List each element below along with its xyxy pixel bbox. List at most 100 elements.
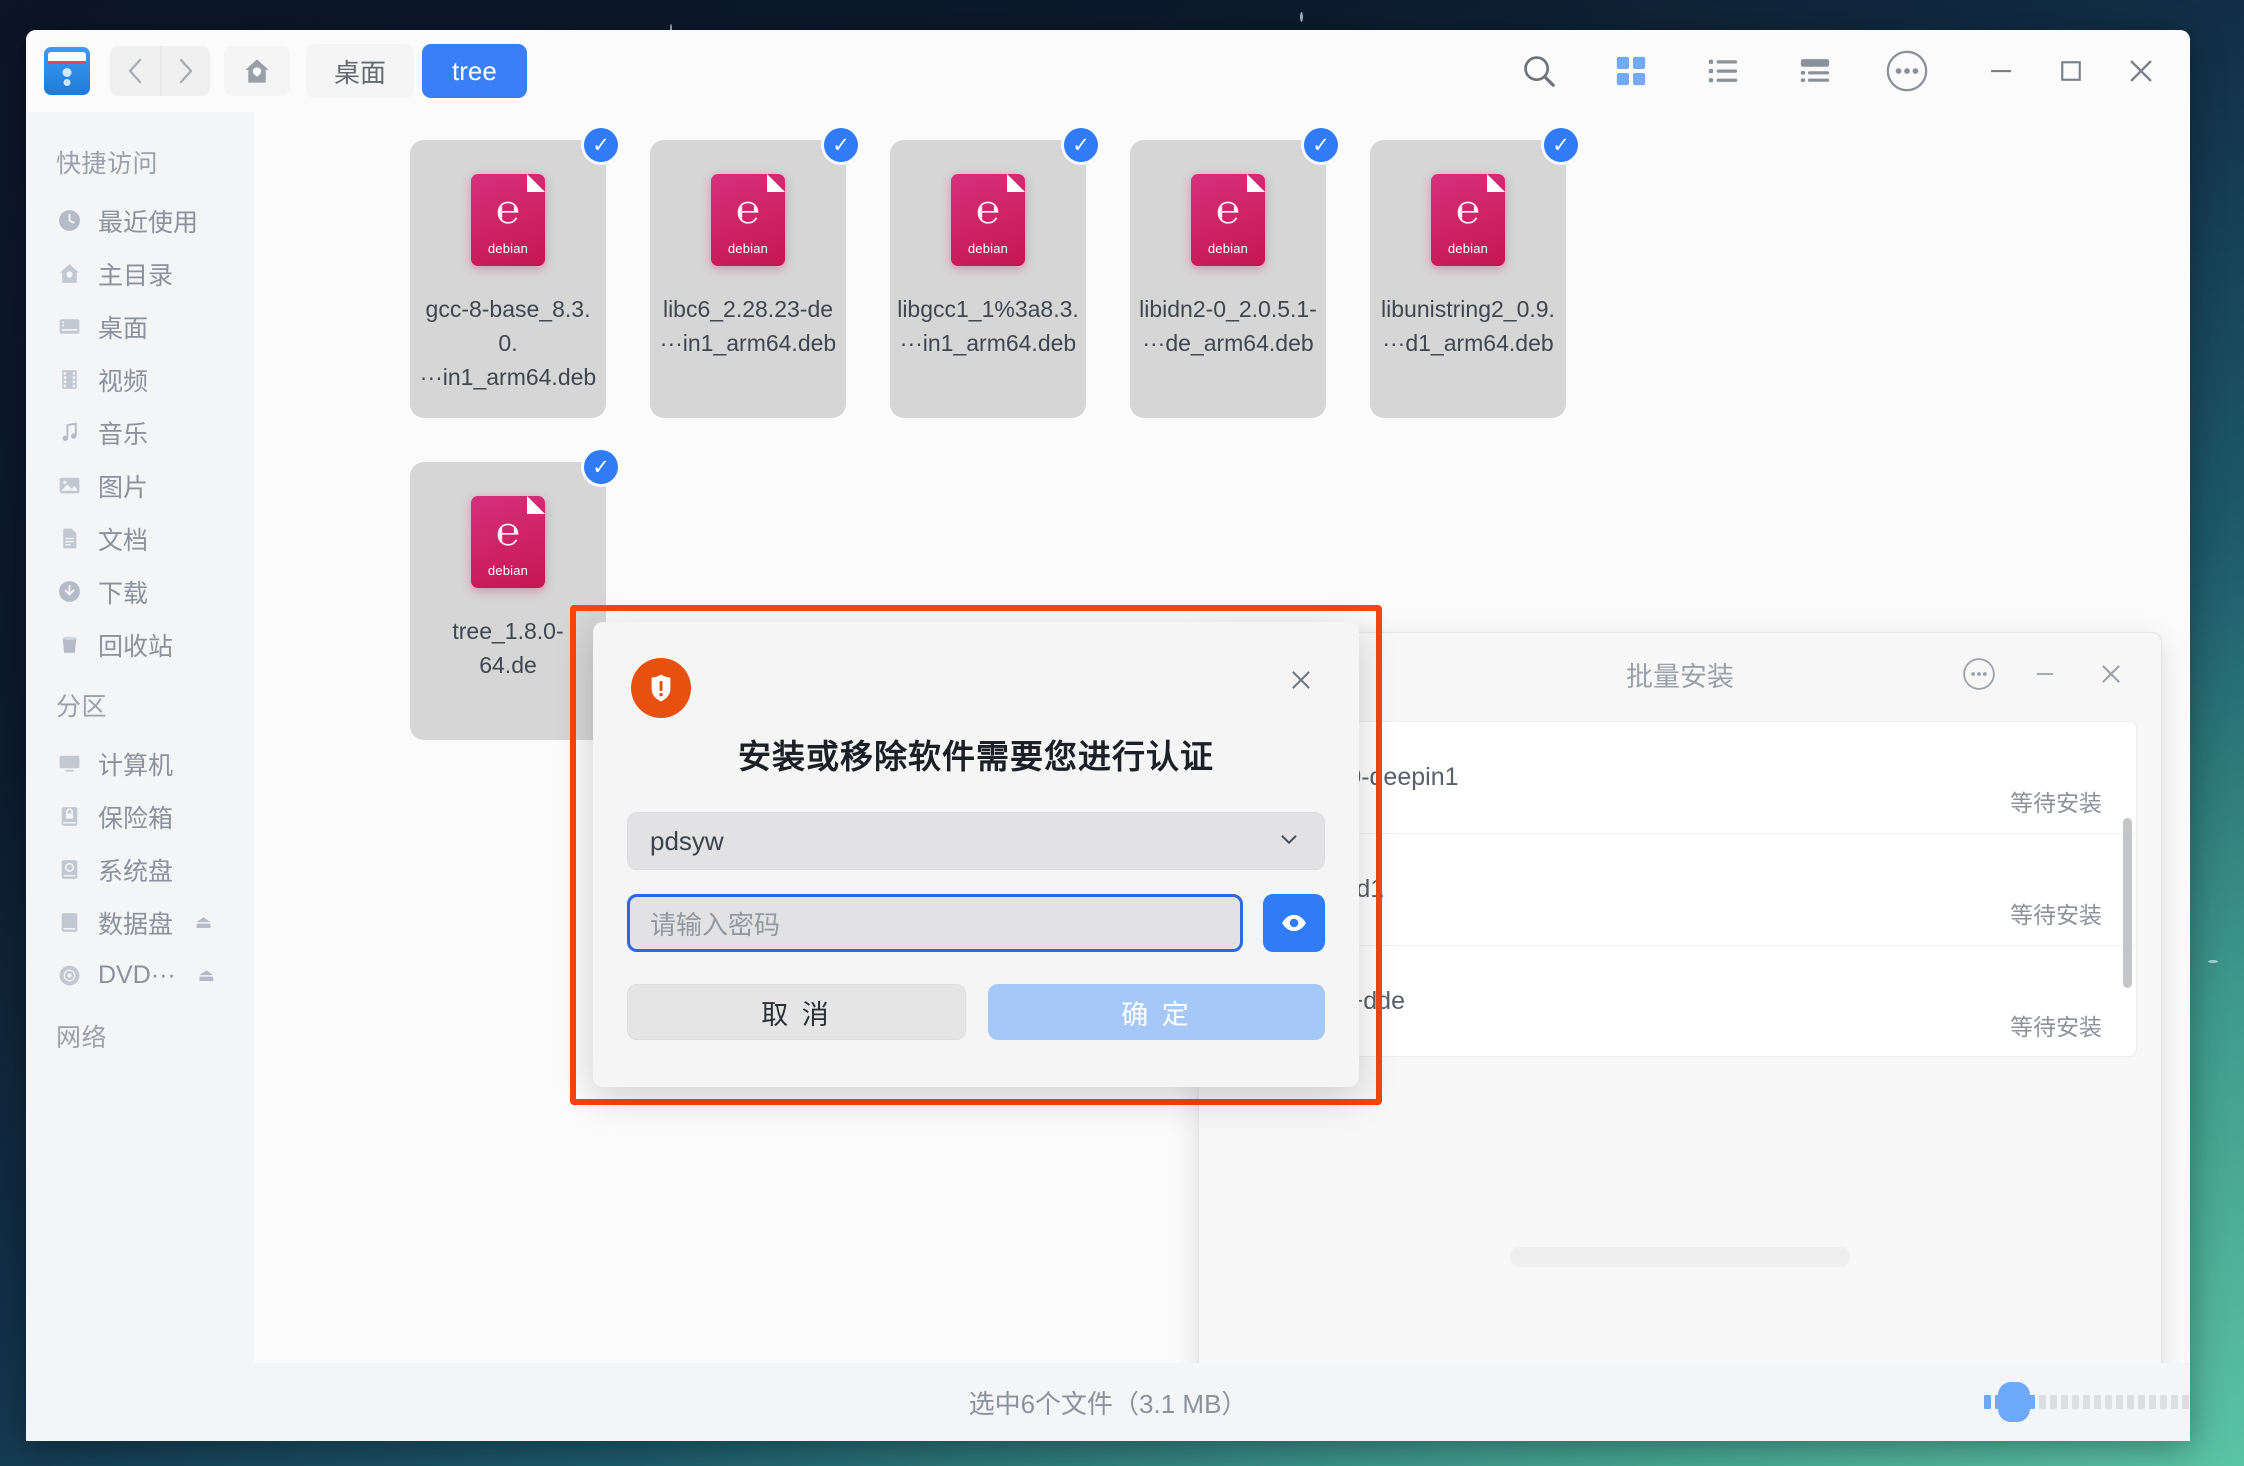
home-button[interactable] bbox=[224, 46, 290, 96]
file-name-line2: ···de_arm64.deb bbox=[1142, 330, 1314, 356]
eye-icon bbox=[1282, 914, 1306, 932]
sidebar-item-documents[interactable]: 文档 bbox=[26, 512, 254, 565]
list-view-button[interactable] bbox=[1690, 38, 1756, 104]
toggle-password-visibility-button[interactable] bbox=[1263, 894, 1325, 952]
package-row[interactable]: 2.0.5.1-1+dde 等待安装 bbox=[1224, 946, 2136, 1056]
deb-package-icon: ℮ debian bbox=[951, 174, 1025, 266]
file-item[interactable]: ✓ ℮ debian gcc-8-base_8.3.0. ···in1_arm64… bbox=[410, 128, 618, 418]
sidebar-item-music[interactable]: 音乐 bbox=[26, 406, 254, 459]
batch-install-menu-button[interactable] bbox=[1951, 646, 2007, 702]
file-name-line2: 64.de bbox=[479, 652, 537, 678]
package-list[interactable]: 1:8.3.0.10-deepin1 等待安装 0.9.10-1+d1 等待安装… bbox=[1223, 721, 2137, 1057]
slider-tick bbox=[2149, 1395, 2156, 1409]
selected-check-icon[interactable]: ✓ bbox=[1304, 128, 1338, 162]
maximize-button[interactable] bbox=[2036, 30, 2106, 112]
file-item[interactable]: ✓ ℮ debian libc6_2.28.23-de ···in1_arm64.… bbox=[650, 128, 858, 418]
more-menu-icon bbox=[1963, 658, 1995, 690]
desktop-icon bbox=[56, 314, 82, 340]
file-manager-icon bbox=[44, 47, 90, 95]
sidebar-item-label: 主目录 bbox=[98, 261, 174, 290]
computer-icon bbox=[56, 751, 82, 777]
sidebar-item-vault[interactable]: 保险箱 bbox=[26, 790, 254, 843]
selected-check-icon[interactable]: ✓ bbox=[584, 128, 618, 162]
sidebar-item-system-disk[interactable]: 系统盘 bbox=[26, 843, 254, 896]
eject-icon[interactable]: ⏏ bbox=[198, 965, 215, 986]
sidebar-item-desktop[interactable]: 桌面 bbox=[26, 300, 254, 353]
icon-view-button[interactable] bbox=[1598, 38, 1664, 104]
selected-check-icon[interactable]: ✓ bbox=[824, 128, 858, 162]
sidebar-item-downloads[interactable]: 下载 bbox=[26, 565, 254, 618]
install-progress-bar bbox=[1510, 1247, 1850, 1267]
more-menu-button[interactable] bbox=[1874, 38, 1940, 104]
search-button[interactable] bbox=[1506, 38, 1572, 104]
file-item[interactable]: ✓ ℮ debian libidn2-0_2.0.5.1- ···de_arm64… bbox=[1130, 128, 1338, 418]
selected-check-icon[interactable]: ✓ bbox=[584, 450, 618, 484]
sidebar-item-data-disk[interactable]: 数据盘 ⏏ bbox=[26, 896, 254, 949]
package-list-scrollbar[interactable] bbox=[2123, 818, 2132, 988]
picture-icon bbox=[56, 473, 82, 499]
breadcrumb-item-desktop[interactable]: 桌面 bbox=[306, 44, 415, 98]
sidebar-item-label: 最近使用 bbox=[98, 208, 199, 237]
eject-icon[interactable]: ⏏ bbox=[195, 912, 212, 933]
file-item[interactable]: ✓ ℮ debian tree_1.8.0- 64.de bbox=[410, 450, 618, 740]
sidebar-item-computer[interactable]: 计算机 bbox=[26, 737, 254, 790]
minimize-button[interactable] bbox=[1966, 30, 2036, 112]
sidebar-item-trash[interactable]: 回收站 bbox=[26, 618, 254, 671]
auth-dialog-title: 安装或移除软件需要您进行认证 bbox=[738, 738, 1214, 775]
selection-status-text: 选中6个文件（3.1 MB） bbox=[968, 1388, 1248, 1419]
confirm-button[interactable]: 确 定 bbox=[988, 984, 1325, 1040]
password-input[interactable]: 请输入密码 bbox=[627, 894, 1243, 952]
slider-tick bbox=[2039, 1395, 2046, 1409]
user-select-dropdown[interactable]: pdsyw bbox=[627, 812, 1325, 870]
selected-check-icon[interactable]: ✓ bbox=[1544, 128, 1578, 162]
debian-label: debian bbox=[967, 241, 1009, 256]
file-item[interactable]: ✓ ℮ debian libunistring2_0.9. ···d1_arm64… bbox=[1370, 128, 1578, 418]
sidebar-item-dvd[interactable]: DVD··· ⏏ bbox=[26, 949, 254, 1002]
data-disk-icon bbox=[56, 910, 82, 936]
close-icon bbox=[1292, 671, 1310, 689]
slider-tick bbox=[2116, 1395, 2123, 1409]
close-icon bbox=[2130, 60, 2152, 82]
auth-dialog-actions: 取 消 确 定 bbox=[627, 984, 1325, 1040]
slider-tick bbox=[2105, 1395, 2112, 1409]
cancel-button[interactable]: 取 消 bbox=[627, 984, 966, 1040]
debian-swirl-icon: ℮ bbox=[495, 187, 520, 233]
debian-label: debian bbox=[727, 241, 769, 256]
star bbox=[2208, 960, 2218, 963]
warning-icon bbox=[631, 658, 691, 718]
file-name-line2: ···in1_arm64.deb bbox=[659, 330, 837, 356]
icon-size-slider[interactable] bbox=[1984, 1382, 2189, 1422]
dvd-icon bbox=[56, 963, 82, 989]
sidebar-item-label: 桌面 bbox=[98, 314, 149, 343]
sidebar-item-label: 图片 bbox=[98, 473, 149, 502]
slider-tick bbox=[2127, 1395, 2134, 1409]
selected-check-icon[interactable]: ✓ bbox=[1064, 128, 1098, 162]
file-name: libc6_2.28.23-de ···in1_arm64.deb bbox=[657, 292, 839, 360]
slider-tick bbox=[2083, 1395, 2090, 1409]
auth-dialog-close-button[interactable] bbox=[1279, 658, 1323, 702]
batch-install-minimize-button[interactable] bbox=[2017, 646, 2073, 702]
breadcrumb: 桌面 tree bbox=[306, 44, 527, 98]
batch-install-close-button[interactable] bbox=[2083, 646, 2139, 702]
forward-button[interactable] bbox=[160, 46, 210, 96]
home-icon bbox=[245, 59, 269, 83]
slider-handle[interactable] bbox=[1998, 1382, 2030, 1422]
package-row[interactable]: 1:8.3.0.10-deepin1 等待安装 bbox=[1224, 722, 2136, 834]
debian-swirl-icon: ℮ bbox=[735, 187, 760, 233]
back-button[interactable] bbox=[110, 46, 160, 96]
sidebar-item-home[interactable]: 主目录 bbox=[26, 247, 254, 300]
debian-swirl-icon: ℮ bbox=[975, 187, 1000, 233]
trash-icon bbox=[56, 632, 82, 658]
close-button[interactable] bbox=[2106, 30, 2176, 112]
sidebar-item-videos[interactable]: 视频 bbox=[26, 353, 254, 406]
package-status: 等待安装 bbox=[2010, 902, 2102, 928]
sidebar-item-recent[interactable]: 最近使用 bbox=[26, 194, 254, 247]
package-row[interactable]: 0.9.10-1+d1 等待安装 bbox=[1224, 834, 2136, 946]
detail-view-button[interactable] bbox=[1782, 38, 1848, 104]
file-item[interactable]: ✓ ℮ debian libgcc1_1%3a8.3. ···in1_arm64.… bbox=[890, 128, 1098, 418]
document-icon bbox=[56, 526, 82, 552]
chevron-down-icon bbox=[1276, 826, 1302, 857]
breadcrumb-item-tree[interactable]: tree bbox=[422, 44, 527, 98]
sidebar-item-pictures[interactable]: 图片 bbox=[26, 459, 254, 512]
slider-tick bbox=[2182, 1395, 2189, 1409]
